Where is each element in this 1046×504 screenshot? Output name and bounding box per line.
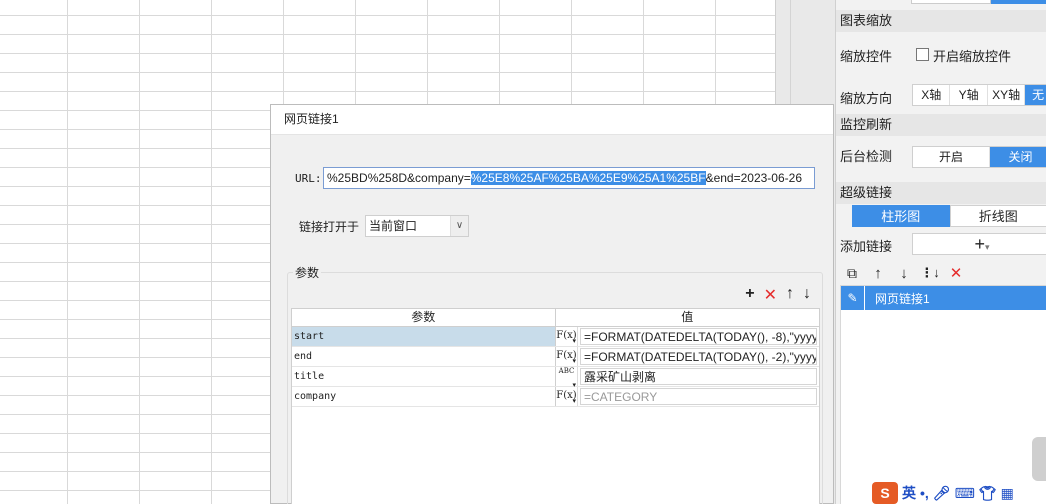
pencil-icon[interactable]: ✎	[841, 286, 865, 310]
formula-type-icon[interactable]: F(x)	[556, 347, 578, 370]
zoom-control-label: 缩放控件	[840, 49, 893, 64]
formula-type-icon[interactable]: F(x)	[556, 327, 578, 350]
param-name[interactable]: start	[292, 327, 556, 346]
zoom-direction-x[interactable]: X轴	[913, 85, 951, 105]
skin-icon[interactable]: 👕︎	[979, 485, 997, 502]
zoom-direction-y[interactable]: Y轴	[950, 85, 988, 105]
ime-toolbar: S 英 •, 🎤︎ ⌨︎ 👕︎ ▦	[872, 482, 1014, 504]
url-input[interactable]: %25BD%258D&company=%25E8%25AF%25BA%25E9%…	[323, 167, 815, 189]
move-up-icon[interactable]: ↑	[786, 285, 794, 305]
web-link-dialog: 网页链接1 URL: %25BD%258D&company=%25E8%25AF…	[270, 104, 834, 504]
param-value-field[interactable]: =FORMAT(DATEDELTA(TODAY(), -2),"yyyy-I	[580, 348, 817, 365]
link-item-label: 网页链接1	[875, 291, 930, 306]
background-check-off[interactable]: 关闭	[990, 147, 1046, 167]
param-value-field[interactable]: 露采矿山剥离	[580, 368, 817, 385]
add-link-dropdown[interactable]: +▾	[912, 233, 1046, 255]
text-type-icon[interactable]: ABC	[556, 367, 578, 390]
table-row[interactable]: end F(x) =FORMAT(DATEDELTA(TODAY(), -2),…	[292, 347, 819, 370]
param-name[interactable]: title	[292, 367, 556, 386]
zoom-control-checkbox-label: 开启缩放控件	[933, 49, 1012, 64]
zoom-direction-label: 缩放方向	[840, 91, 893, 106]
url-text-before: %25BD%258D&company=	[327, 171, 471, 185]
url-text-after: &end=2023-06-26	[705, 171, 802, 185]
zoom-direction-none[interactable]: 无	[1025, 85, 1046, 105]
tab-bar-chart[interactable]: 柱形图	[852, 205, 950, 227]
delete-icon[interactable]: ✕	[948, 264, 964, 282]
copy-icon[interactable]: ⧉	[844, 264, 860, 282]
table-header: 参数 值	[292, 309, 819, 327]
ime-punctuation[interactable]: •,	[920, 485, 929, 501]
chevron-down-icon: ▾	[984, 242, 990, 252]
background-check-label: 后台检测	[840, 149, 893, 164]
param-value-field[interactable]: =FORMAT(DATEDELTA(TODAY(), -8),"yyyy-I	[580, 328, 817, 345]
tab-line-chart[interactable]: 折线图	[949, 205, 1046, 227]
zoom-control-checkbox[interactable]	[916, 48, 929, 61]
grid-menu-icon[interactable]: ▦	[1001, 485, 1014, 502]
open-in-select[interactable]: 当前窗口 ∨	[365, 215, 469, 237]
move-down-icon[interactable]: ↓	[896, 264, 912, 282]
chart-zoom-header: 图表缩放	[836, 10, 1046, 32]
formula-type-icon[interactable]: F(x)	[556, 387, 578, 410]
table-row[interactable]: start F(x) =FORMAT(DATEDELTA(TODAY(), -8…	[292, 327, 819, 350]
column-header-value: 值	[681, 310, 694, 324]
table-row[interactable]: company F(x) =CATEGORY	[292, 387, 819, 410]
open-in-label: 链接打开于	[299, 220, 360, 234]
param-name[interactable]: end	[292, 347, 556, 366]
move-bottom-icon[interactable]: ⋮↓	[920, 264, 940, 282]
open-in-value: 当前窗口	[369, 219, 418, 233]
param-name[interactable]: company	[292, 387, 556, 406]
zoom-direction-segment: X轴 Y轴 XY轴 无	[912, 84, 1046, 106]
list-item[interactable]: ✎ 网页链接1	[841, 286, 1046, 310]
add-param-icon[interactable]: +	[745, 285, 754, 305]
microphone-icon[interactable]: 🎤︎	[933, 485, 951, 502]
move-up-icon[interactable]: ↑	[870, 264, 886, 282]
chevron-down-icon: ∨	[450, 216, 468, 236]
params-table: 参数 值 start F(x) =FORMAT(DATEDELTA(TODAY(…	[291, 308, 820, 504]
add-link-label: 添加链接	[840, 239, 893, 254]
column-header-param: 参数	[292, 309, 556, 326]
background-check-segment: 开启 关闭	[912, 146, 1046, 168]
plus-icon: +	[974, 234, 985, 254]
url-text-selected: %25E8%25AF%25BA%25E9%25A1%25BF	[470, 171, 706, 185]
ime-language[interactable]: 英	[902, 483, 916, 503]
background-check-on[interactable]: 开启	[913, 147, 990, 167]
monitor-refresh-header: 监控刷新	[836, 114, 1046, 136]
sogou-logo-icon[interactable]: S	[872, 482, 898, 504]
dialog-title: 网页链接1	[271, 105, 833, 135]
param-value-field[interactable]: =CATEGORY	[580, 388, 817, 405]
hyperlink-header: 超级链接	[836, 182, 1046, 204]
delete-param-icon[interactable]: ✕	[764, 285, 777, 305]
keyboard-icon[interactable]: ⌨︎	[955, 485, 975, 502]
property-panel: 图表缩放 缩放控件 开启缩放控件 缩放方向 X轴 Y轴 XY轴 无 监控刷新 后…	[835, 0, 1046, 504]
params-legend: 参数	[293, 264, 322, 281]
move-down-icon[interactable]: ↓	[803, 285, 811, 305]
link-list: ✎ 网页链接1	[840, 285, 1046, 504]
table-row[interactable]: title ABC 露采矿山剥离	[292, 367, 819, 390]
link-toolbar: ⧉ ↑ ↓ ⋮↓ ✕	[844, 262, 964, 284]
zoom-direction-xy[interactable]: XY轴	[988, 85, 1026, 105]
params-toolbar: + ✕ ↑ ↓	[745, 285, 811, 305]
hyperlink-series-tabs: 柱形图 折线图	[852, 205, 1046, 227]
url-label: URL:	[295, 172, 322, 185]
side-widget	[1032, 437, 1046, 481]
